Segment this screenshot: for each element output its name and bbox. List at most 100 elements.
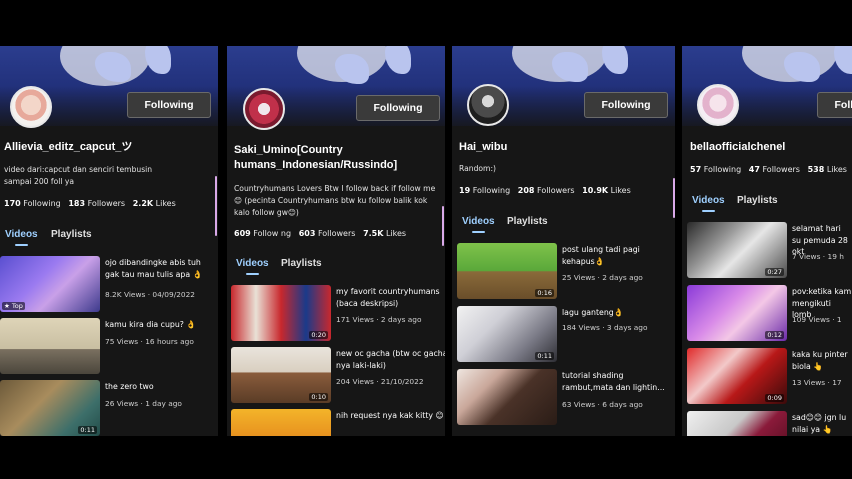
tab-playlists[interactable]: Playlists [737,195,778,206]
video-row[interactable]: 0:20 my favorit countryhumans (baca desk… [231,285,445,341]
bio: Countryhumans Lovers Btw I follow back i… [234,184,436,217]
video-row[interactable]: sad😊😊 jgn lu nilai ya 👆 0/10 [687,411,852,436]
video-row[interactable]: 0:09 kaka ku pinter biola 👆 13 Views · 1… [687,348,852,404]
video-row[interactable]: 0:12 pov:ketika kam mengikuti lomb 109 V… [687,285,852,341]
profile-stats: 57 Following 47 Followers 538 Likes [690,165,847,174]
following-button[interactable]: Following [127,92,211,118]
video-duration: 0:11 [535,352,554,360]
video-row[interactable]: nih request nya kak kitty 😊 [231,409,445,436]
following-button[interactable]: Following [584,92,668,118]
video-duration: 0:27 [765,268,784,276]
video-row[interactable]: kamu kira dia cupu? 👌 75 Views · 16 hour… [0,318,218,374]
following-label: Following [23,199,61,208]
username: Allievia_editz_capcut_ツ [4,141,133,153]
video-thumbnail[interactable] [687,411,787,436]
top-badge: ★ Top [2,302,25,310]
scrollbar[interactable] [442,206,444,246]
video-row[interactable]: 0:16 post ulang tadi pagi kehapus👌 25 Vi… [457,243,675,299]
tab-videos[interactable]: Videos [462,216,495,233]
video-thumbnail[interactable]: 0:12 [687,285,787,341]
scrollbar[interactable] [673,178,675,218]
video-title[interactable]: my favorit countryhumans (baca deskripsi… [336,286,445,309]
tab-videos[interactable]: Videos [5,229,38,246]
followers-count: 183 [68,199,86,208]
video-title[interactable]: sad😊😊 jgn lu nilai ya 👆 0/10 [792,412,852,436]
avatar[interactable] [10,86,52,128]
video-thumbnail[interactable]: 0:27 [687,222,787,278]
avatar[interactable] [243,88,285,130]
video-meta: 63 Views · 6 days ago [562,400,643,409]
likes-count: 10.9K [582,186,609,195]
video-thumbnail[interactable] [457,369,557,425]
video-thumbnail[interactable]: 0:11 [0,380,100,436]
video-title[interactable]: nih request nya kak kitty 😊 [336,410,445,422]
video-thumbnail[interactable] [0,318,100,374]
video-thumbnail[interactable] [231,409,331,436]
video-row[interactable]: ★ Top ojo dibandingke abis tuh gak tau m… [0,256,218,312]
following-count: 57 [690,165,702,174]
video-duration: 0:10 [309,393,328,401]
video-views: 75 Views [105,337,139,346]
following-button[interactable]: Following [356,95,440,121]
video-meta: 13 Views · 17 [792,378,842,387]
tab-playlists[interactable]: Playlists [507,216,548,227]
video-title[interactable]: new oc gacha (btw oc gacha nya laki-laki… [336,348,445,371]
scrollbar[interactable] [215,176,217,236]
bio: video dari:capcut dan senciri tembusin s… [4,165,153,186]
video-row[interactable]: tutorial shading rambut,mata dan lightin… [457,369,675,425]
video-title[interactable]: kaka ku pinter biola 👆 [792,349,852,372]
video-thumbnail[interactable]: 0:20 [231,285,331,341]
video-meta: 204 Views · 21/10/2022 [336,377,424,386]
following-button[interactable]: Following [817,92,852,118]
video-thumbnail[interactable]: 0:09 [687,348,787,404]
video-date: 3 days ago [606,323,648,332]
following-count: 609 [234,229,251,238]
meta-separator: · [373,377,381,386]
video-title[interactable]: the zero two [105,381,217,393]
likes-count: 2.2K [132,199,154,208]
video-thumbnail[interactable]: 0:10 [231,347,331,403]
video-title[interactable]: lagu ganteng👌 [562,307,674,319]
video-row[interactable]: 0:11 lagu ganteng👌 184 Views · 3 days ag… [457,306,675,362]
video-date: 16 hours ago [145,337,194,346]
profile-panel-1: Following Allievia_editz_capcut_ツ video … [0,46,218,436]
tab-playlists[interactable]: Playlists [51,229,92,240]
avatar[interactable] [467,84,509,126]
profile-stats: 170 Following 183 Followers 2.2K Likes [4,199,176,208]
video-thumbnail[interactable]: ★ Top [0,256,100,312]
video-date: 6 days ago [602,400,643,409]
video-date: 1 [836,315,842,324]
video-meta: 8.2K Views · 04/09/2022 [105,290,195,299]
tab-videos[interactable]: Videos [692,195,725,212]
video-meta: 25 Views · 2 days ago [562,273,643,282]
video-row[interactable]: 0:10 new oc gacha (btw oc gacha nya laki… [231,347,445,403]
video-thumbnail[interactable]: 0:11 [457,306,557,362]
likes-count: 538 [807,165,825,174]
followers-count: 208 [517,186,535,195]
video-duration: 0:16 [535,289,554,297]
avatar[interactable] [697,84,739,126]
meta-separator: · [829,315,837,324]
video-title[interactable]: ojo dibandingke abis tuh gak tau mau tul… [105,257,217,280]
tab-videos[interactable]: Videos [236,258,269,275]
top-badge-label: Top [11,302,23,310]
video-title[interactable]: post ulang tadi pagi kehapus👌 [562,244,674,267]
video-row[interactable]: 0:27 selamat hari su pemuda 28 okt 7 Vie… [687,222,852,278]
tab-playlists[interactable]: Playlists [281,258,322,269]
profile-stats: 19 Following 208 Followers 10.9K Likes [459,186,631,195]
video-date: 17 [832,378,842,387]
video-row[interactable]: 0:11 the zero two 26 Views · 1 day ago [0,380,218,436]
video-meta: 171 Views · 2 days ago [336,315,422,324]
video-views: 26 Views [105,399,139,408]
video-title[interactable]: tutorial shading rambut,mata dan lightin… [562,370,674,393]
profile-panel-2: Following Saki_Umino[Country humans_Indo… [227,46,445,436]
video-date: 19 h [827,252,844,261]
video-meta: 7 Views · 19 h [792,252,844,261]
video-views: 184 Views [562,323,600,332]
video-title[interactable]: kamu kira dia cupu? 👌 [105,319,217,331]
username: Hai_wibu [459,141,508,153]
video-duration: 0:11 [78,426,97,434]
video-thumbnail[interactable]: 0:16 [457,243,557,299]
following-count: 170 [4,199,21,208]
video-views: 7 Views [792,252,821,261]
